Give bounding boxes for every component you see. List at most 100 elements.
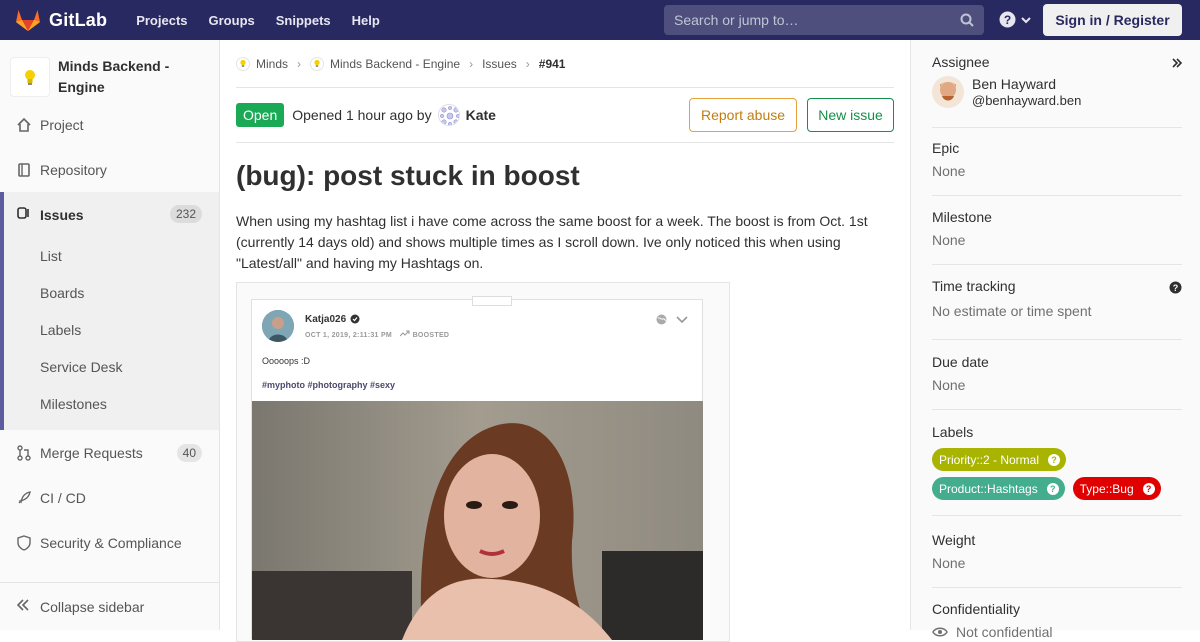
lightbulb-icon (25, 69, 35, 85)
screenshot-tab-fragment (472, 296, 512, 306)
label-text: Priority::2 - Normal (939, 452, 1040, 467)
milestone-block: Milestone None (932, 209, 1182, 265)
breadcrumb-minds[interactable]: Minds (236, 56, 289, 71)
trending-icon (399, 330, 410, 336)
sidebar-item-repository[interactable]: Repository (0, 147, 219, 192)
question-circle-icon[interactable]: ? (1169, 281, 1182, 294)
boosted-tag: BOOSTED (412, 331, 450, 339)
project-name: Minds Backend - Engine (58, 57, 170, 95)
svg-text:?: ? (1004, 13, 1011, 27)
search-input[interactable]: Search or jump to… (664, 5, 984, 35)
brand-name: GitLab (49, 9, 108, 30)
question-circle-icon: ? (1046, 482, 1059, 495)
confidentiality-value-row: Not confidential (932, 624, 1182, 640)
confidentiality-title: Confidentiality (932, 601, 1020, 617)
sidebar-subitem-service-desk[interactable]: Service Desk (4, 348, 219, 385)
assignee-name: Ben Hayward (972, 76, 1057, 92)
post-username: Katja026 (305, 314, 449, 325)
sidebar-item-label: Issues (40, 206, 84, 223)
epic-value: None (932, 163, 966, 179)
sidebar-issues-section: Issues 232 List Boards Labels Service De… (0, 192, 219, 430)
verified-badge-icon (350, 314, 360, 324)
milestone-value: None (932, 232, 966, 248)
attached-screenshot[interactable]: Katja026 OCT 1, 2019, 2:11:31 PM BOOSTED… (236, 282, 730, 642)
sidebar-item-label: CI / CD (40, 489, 86, 506)
sidebar-item-merge-requests[interactable]: Merge Requests 40 (0, 430, 219, 475)
assignee-title: Assignee (932, 54, 990, 70)
svg-text:?: ? (1173, 283, 1179, 293)
due-date-value: None (932, 377, 966, 393)
sidebar-item-label: Security & Compliance (40, 534, 182, 551)
help-dropdown[interactable]: ? (999, 11, 1032, 28)
sidebar-item-label: Merge Requests (40, 444, 143, 461)
post-icons (656, 314, 688, 325)
epic-block: Epic None (932, 140, 1182, 196)
issue-description: When using my hashtag list i have come a… (236, 213, 868, 271)
rocket-icon (16, 490, 32, 506)
report-abuse-button[interactable]: Report abuse (689, 98, 797, 132)
assignee-avatar (932, 76, 964, 108)
nav-groups[interactable]: Groups (209, 13, 255, 28)
gitlab-logo[interactable]: GitLab (15, 8, 107, 32)
sidebar-subitem-milestones[interactable]: Milestones (4, 385, 219, 422)
breadcrumb-project[interactable]: Minds Backend - Engine (310, 56, 460, 71)
post-avatar (262, 310, 294, 342)
gitlab-tanuki-icon (16, 10, 40, 31)
main-content: Minds › Minds Backend - Engine › Issues … (236, 40, 894, 642)
breadcrumb-issues[interactable]: Issues (482, 57, 517, 71)
labels-title: Labels (932, 424, 974, 440)
project-header[interactable]: Minds Backend - Engine (0, 40, 219, 103)
breadcrumb-label: Minds (256, 56, 289, 71)
due-date-title: Due date (932, 354, 989, 370)
question-circle-icon: ? (1048, 453, 1061, 466)
status-badge: Open (236, 103, 285, 127)
collapse-sidebar-button[interactable]: Collapse sidebar (0, 582, 219, 630)
confidentiality-value: Not confidential (956, 624, 1053, 640)
question-circle-icon: ? (999, 11, 1016, 28)
globe-icon (656, 314, 667, 325)
nav-help[interactable]: Help (352, 13, 380, 28)
sidebar-item-project[interactable]: Project (0, 102, 219, 147)
label-type[interactable]: Type::Bug ? (1072, 477, 1161, 500)
search-icon (960, 13, 974, 27)
question-circle-icon: ? (1142, 482, 1155, 495)
issues-icon (16, 205, 32, 224)
nav-snippets[interactable]: Snippets (276, 13, 331, 28)
right-sidebar: Assignee Ben Hayward @benhayward.ben Epi… (910, 40, 1200, 640)
sidebar-subitem-list[interactable]: List (4, 237, 219, 274)
breadcrumb: Minds › Minds Backend - Engine › Issues … (236, 40, 894, 88)
time-tracking-block: Time tracking ? No estimate or time spen… (932, 278, 1182, 340)
shield-icon (16, 534, 32, 551)
sidebar-subitem-boards[interactable]: Boards (4, 274, 219, 311)
sidebar-item-cicd[interactable]: CI / CD (0, 475, 219, 520)
post-photo (252, 401, 703, 640)
breadcrumb-issue-number[interactable]: #941 (539, 57, 566, 71)
post-header: Katja026 OCT 1, 2019, 2:11:31 PM BOOSTED (262, 310, 449, 342)
author-avatar[interactable] (437, 104, 460, 126)
labels-list: Priority::2 - Normal ? Product::Hashtags… (932, 442, 1182, 500)
post-meta: OCT 1, 2019, 2:11:31 PM BOOSTED (305, 330, 449, 339)
chevron-right-icon: › (525, 56, 530, 71)
book-icon (16, 162, 32, 178)
chevron-right-icon: › (469, 56, 474, 71)
lightbulb-icon (236, 56, 250, 71)
new-issue-button[interactable]: New issue (807, 98, 894, 132)
sign-in-button[interactable]: Sign in / Register (1043, 4, 1182, 36)
label-text: Type::Bug (1079, 481, 1134, 496)
sidebar-subitem-labels[interactable]: Labels (4, 311, 219, 348)
sidebar-item-issues[interactable]: Issues 232 (4, 192, 219, 237)
assignee[interactable]: Ben Hayward @benhayward.ben (932, 76, 1182, 108)
collapse-sidebar-label: Collapse sidebar (40, 598, 145, 615)
opened-text: Opened 1 hour ago by (292, 107, 432, 123)
project-avatar (10, 56, 50, 97)
post-user: Katja026 OCT 1, 2019, 2:11:31 PM BOOSTED (305, 314, 449, 339)
time-tracking-title: Time tracking (932, 278, 1016, 294)
left-sidebar: Minds Backend - Engine Project Repositor… (0, 40, 220, 630)
nav-projects[interactable]: Projects (136, 13, 187, 28)
label-product[interactable]: Product::Hashtags ? (932, 477, 1065, 500)
sidebar-item-security[interactable]: Security & Compliance (0, 520, 219, 565)
label-priority[interactable]: Priority::2 - Normal ? (932, 448, 1067, 471)
weight-title: Weight (932, 532, 976, 548)
author-name[interactable]: Kate (466, 107, 496, 123)
confidentiality-block: Confidentiality Not confidential (932, 601, 1182, 641)
